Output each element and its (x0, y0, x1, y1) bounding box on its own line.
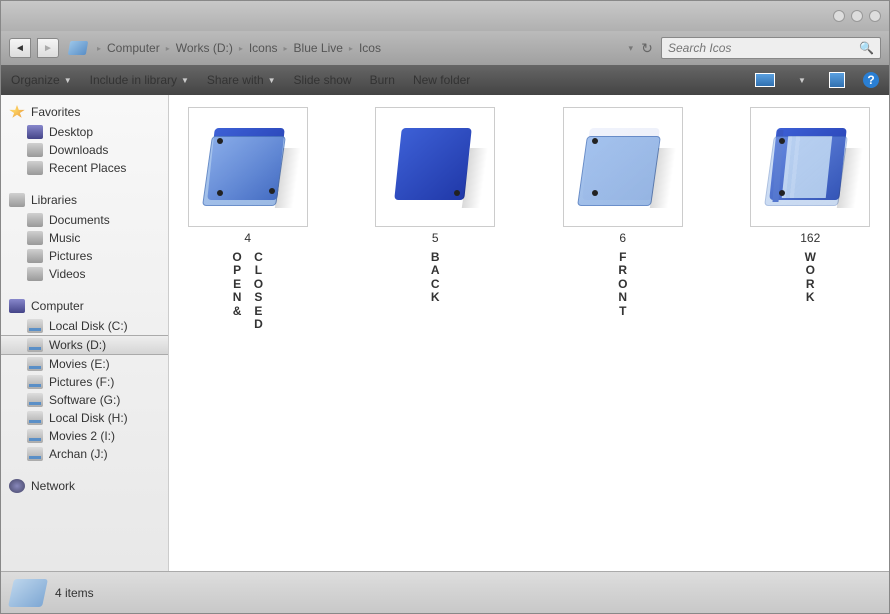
sidebar-item-drive-i[interactable]: Movies 2 (I:) (1, 427, 168, 445)
forward-button[interactable]: ► (37, 38, 59, 58)
address-bar: ◄ ► ▸Computer ▸Works (D:) ▸Icons ▸Blue L… (1, 31, 889, 65)
sidebar-item-drive-h[interactable]: Local Disk (H:) (1, 409, 168, 427)
chevron-down-icon[interactable]: ▼ (793, 71, 811, 89)
desktop-icon (27, 125, 43, 139)
refresh-button[interactable]: ↻ (639, 40, 655, 57)
thumbnail (563, 107, 683, 227)
computer-group[interactable]: Computer (1, 295, 168, 317)
burn-button[interactable]: Burn (370, 73, 395, 87)
sidebar-item-drive-d[interactable]: Works (D:) (1, 335, 168, 355)
sidebar-item-pictures[interactable]: Pictures (1, 247, 168, 265)
search-input[interactable]: 🔍 (661, 37, 881, 59)
help-button[interactable]: ? (863, 72, 879, 88)
status-text: 4 items (55, 586, 94, 600)
minimize-button[interactable] (833, 10, 845, 22)
command-bar: Organize▼ Include in library▼ Share with… (1, 65, 889, 95)
file-name: BACK (431, 251, 440, 305)
folder-icon (578, 122, 668, 212)
network-icon (9, 479, 25, 493)
sidebar-item-drive-j[interactable]: Archan (J:) (1, 445, 168, 463)
nav-pane: Favorites Desktop Downloads Recent Place… (1, 95, 169, 571)
file-name: FRONT (618, 251, 627, 318)
libraries-group[interactable]: Libraries (1, 189, 168, 211)
sidebar-item-drive-g[interactable]: Software (G:) (1, 391, 168, 409)
computer-icon (9, 299, 25, 313)
favorites-group[interactable]: Favorites (1, 101, 168, 123)
sidebar-item-documents[interactable]: Documents (1, 211, 168, 229)
drive-icon (27, 429, 43, 443)
thumbnail (188, 107, 308, 227)
folder-icon (765, 122, 855, 212)
drive-icon (27, 338, 43, 352)
file-name: WORK (805, 251, 816, 305)
file-item[interactable]: 162 WORK (742, 107, 880, 305)
view-button[interactable] (755, 73, 775, 87)
close-button[interactable] (869, 10, 881, 22)
sidebar-item-desktop[interactable]: Desktop (1, 123, 168, 141)
documents-icon (27, 213, 43, 227)
new-folder-button[interactable]: New folder (413, 73, 470, 87)
sidebar-item-drive-e[interactable]: Movies (E:) (1, 355, 168, 373)
titlebar (1, 1, 889, 31)
chevron-down-icon[interactable]: ▾ (628, 43, 633, 54)
sidebar-item-drive-c[interactable]: Local Disk (C:) (1, 317, 168, 335)
drive-icon (27, 319, 43, 333)
file-number: 6 (619, 231, 626, 245)
sidebar-item-music[interactable]: Music (1, 229, 168, 247)
sidebar-item-drive-f[interactable]: Pictures (F:) (1, 373, 168, 391)
back-button[interactable]: ◄ (9, 38, 31, 58)
drive-icon (27, 357, 43, 371)
file-number: 4 (244, 231, 251, 245)
file-number: 5 (432, 231, 439, 245)
folder-icon (390, 122, 480, 212)
drive-icon (27, 447, 43, 461)
network-group[interactable]: Network (1, 475, 168, 497)
sidebar-item-videos[interactable]: Videos (1, 265, 168, 283)
file-name: OPEN&CLOSED (232, 251, 263, 332)
videos-icon (27, 267, 43, 281)
file-item[interactable]: 4 OPEN&CLOSED (179, 107, 317, 332)
drive-icon (27, 393, 43, 407)
downloads-icon (27, 143, 43, 157)
sidebar-item-downloads[interactable]: Downloads (1, 141, 168, 159)
file-item[interactable]: 6 FRONT (554, 107, 692, 318)
folder-icon (8, 579, 48, 607)
folder-icon (203, 122, 293, 212)
status-bar: 4 items (1, 571, 889, 613)
recent-icon (27, 161, 43, 175)
music-icon (27, 231, 43, 245)
share-with-menu[interactable]: Share with▼ (207, 73, 276, 87)
slideshow-button[interactable]: Slide show (294, 73, 352, 87)
search-field[interactable] (668, 41, 859, 55)
breadcrumb[interactable]: ▸Computer ▸Works (D:) ▸Icons ▸Blue Live … (97, 41, 622, 55)
drive-icon (27, 375, 43, 389)
drive-icon (27, 411, 43, 425)
pictures-icon (27, 249, 43, 263)
libraries-icon (9, 193, 25, 207)
thumbnail (750, 107, 870, 227)
file-number: 162 (800, 231, 820, 245)
thumbnail (375, 107, 495, 227)
star-icon (9, 105, 25, 119)
file-item[interactable]: 5 BACK (367, 107, 505, 305)
maximize-button[interactable] (851, 10, 863, 22)
location-icon (68, 41, 88, 55)
search-icon: 🔍 (859, 41, 874, 55)
include-in-library-menu[interactable]: Include in library▼ (90, 73, 189, 87)
preview-pane-button[interactable] (829, 72, 845, 88)
sidebar-item-recent-places[interactable]: Recent Places (1, 159, 168, 177)
organize-menu[interactable]: Organize▼ (11, 73, 72, 87)
file-list: 4 OPEN&CLOSED 5 BACK 6 FRONT 162 WORK (169, 95, 889, 571)
